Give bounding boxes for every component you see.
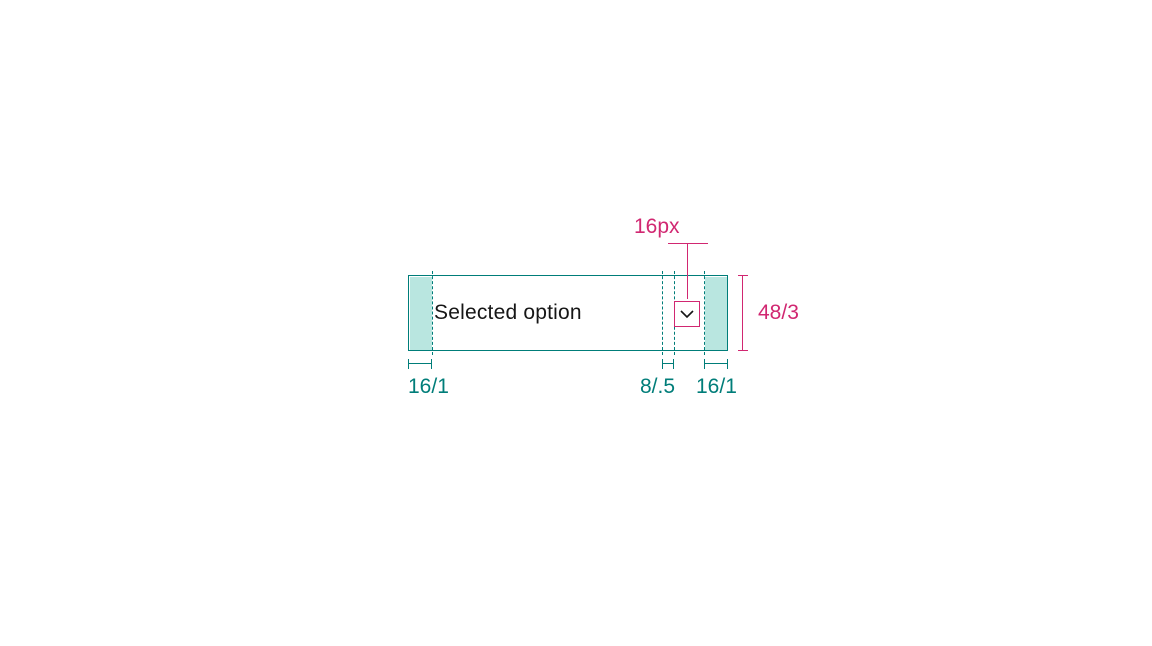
gap-label: 8/.5: [640, 375, 675, 399]
chevron-down-icon: [680, 309, 694, 319]
padding-right-highlight: [705, 277, 727, 350]
icon-bounds-box: [674, 301, 700, 327]
height-label: 48/3: [758, 301, 799, 325]
gap-measure: [662, 359, 674, 371]
guideline-padding-right: [704, 271, 705, 355]
height-measure: [738, 275, 750, 351]
icon-callout-line-horizontal: [668, 243, 708, 244]
padding-left-highlight: [410, 277, 432, 350]
padding-left-measure: [408, 359, 432, 371]
padding-right-measure: [704, 359, 728, 371]
guideline-padding-left: [432, 271, 433, 355]
dropdown-spec-diagram: Selected option 16px 48/3 16/1 8/.5 16/1: [408, 275, 728, 351]
padding-left-label: 16/1: [408, 375, 449, 399]
guideline-gap-start: [662, 271, 663, 355]
selected-option-text: Selected option: [434, 301, 582, 325]
icon-callout-line-vertical: [687, 243, 688, 299]
icon-size-label: 16px: [634, 215, 680, 239]
padding-right-label: 16/1: [696, 375, 737, 399]
